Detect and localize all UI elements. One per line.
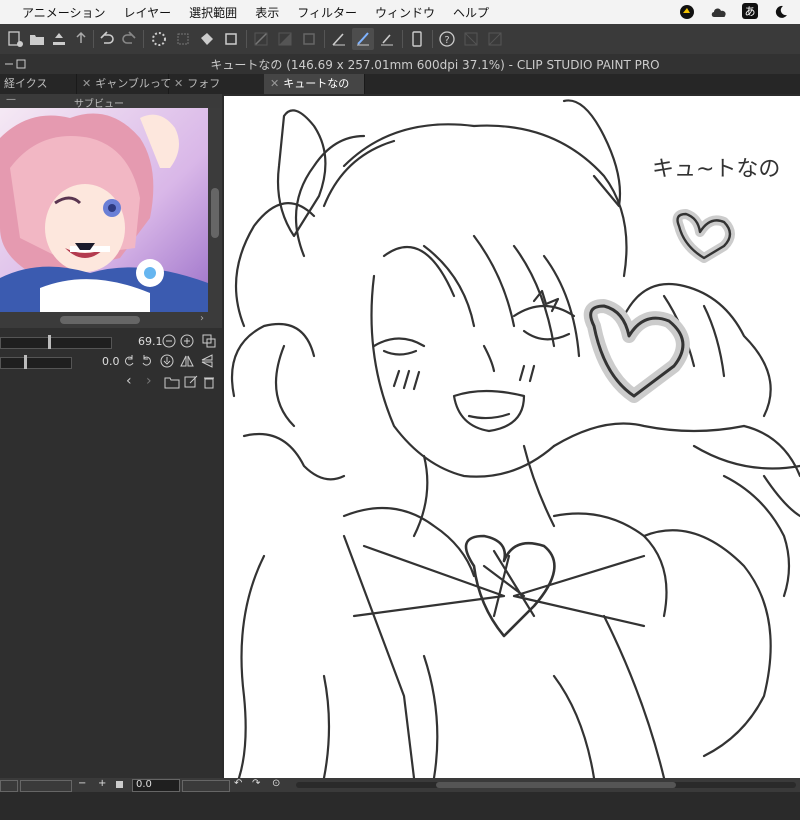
zoom-out-icon[interactable] [162, 334, 176, 351]
export-icon[interactable] [48, 28, 70, 50]
fit-window-icon[interactable] [202, 334, 216, 351]
menu-layer[interactable]: レイヤー [124, 4, 172, 21]
device-icon[interactable] [406, 28, 428, 50]
menu-animation[interactable]: アニメーション [22, 4, 106, 21]
rotation-value: 0.0 [102, 355, 120, 368]
eraser-icon[interactable] [376, 28, 398, 50]
menu-filter[interactable]: フィルター [297, 4, 357, 21]
moon-icon[interactable] [772, 3, 790, 21]
zoom-slider-handle[interactable] [48, 335, 51, 349]
upload-icon[interactable] [70, 28, 92, 50]
tab-document-active[interactable]: ✕ キュートなの [264, 74, 365, 94]
next-image-icon[interactable]: › [146, 373, 152, 389]
zoom-slider[interactable] [0, 337, 112, 349]
zoom-row: 69.1 [0, 332, 222, 352]
redo-icon[interactable] [118, 28, 140, 50]
collapse-icon[interactable]: — [6, 94, 16, 105]
menu-view[interactable]: 表示 [255, 4, 279, 21]
preview-vertical-scrollbar[interactable] [208, 108, 222, 312]
get-color-icon[interactable] [184, 375, 198, 392]
mask-icon[interactable] [274, 28, 296, 50]
ruler-icon[interactable] [250, 28, 272, 50]
navigation-row: ‹ › [0, 372, 222, 392]
close-icon[interactable]: ✕ [174, 77, 183, 90]
close-icon[interactable]: ✕ [270, 77, 279, 90]
window-title: キュートなの (146.69 x 257.01mm 600dpi 37.1%) … [210, 58, 660, 72]
handwritten-caption: キュ~トなの [652, 157, 780, 182]
scroll-right-icon[interactable]: › [200, 313, 204, 324]
rotate-left-icon[interactable]: ↶ [234, 778, 242, 789]
zoom-value: 69.1 [138, 335, 163, 348]
new-file-icon[interactable] [4, 28, 26, 50]
menu-bar: アニメーション レイヤー 選択範囲 表示 フィルター ウィンドウ ヘルプ あ [0, 0, 800, 24]
tab-label: キュートなの [283, 77, 350, 90]
rotation-field[interactable]: 0.0 [132, 779, 180, 792]
drawing-canvas[interactable]: キュ~トなの [224, 96, 800, 778]
status-icons: あ [678, 3, 790, 21]
pen-icon[interactable] [328, 28, 350, 50]
menu-window[interactable]: ウィンドウ [375, 4, 435, 21]
zoom-plus-button[interactable]: + [98, 778, 106, 789]
subview-panel: — サブビュー › 69.1 0.0 ‹ › [0, 94, 222, 778]
transform-icon[interactable] [172, 28, 194, 50]
undo-icon[interactable] [96, 28, 118, 50]
menu-help[interactable]: ヘルプ [453, 4, 489, 21]
tab-label: フォフ [187, 77, 221, 90]
fill-bucket-icon[interactable] [196, 28, 218, 50]
rotate-right-icon[interactable] [140, 354, 154, 371]
rotation-track[interactable] [182, 780, 230, 792]
reset-view-icon[interactable]: ⊙ [272, 778, 280, 789]
canvas-status-bar: − + 0.0 ↶ ↷ ⊙ [0, 778, 800, 792]
tab-label: ギャンブルって [95, 77, 172, 90]
reset-rotation-icon[interactable] [160, 354, 174, 371]
stop-icon[interactable] [116, 781, 123, 788]
tab-document-1[interactable]: 経イクス [0, 74, 77, 94]
help-icon[interactable]: ? [436, 28, 458, 50]
rotate-left-icon[interactable] [122, 354, 136, 371]
preview-horizontal-scrollbar[interactable]: › [0, 312, 222, 328]
disabled-tool2-icon[interactable] [484, 28, 506, 50]
brush-icon[interactable] [352, 28, 374, 50]
open-folder-icon[interactable] [26, 28, 48, 50]
tab-document-2[interactable]: ✕ ギャンブルって [76, 74, 172, 94]
rotation-row: 0.0 [0, 352, 222, 372]
close-icon[interactable]: ✕ [82, 77, 91, 90]
delete-icon[interactable] [203, 375, 215, 392]
zoom-in-icon[interactable] [180, 334, 194, 351]
rotation-slider-handle[interactable] [24, 355, 27, 369]
rotation-field-value: 0.0 [136, 779, 152, 790]
subview-header: — サブビュー [0, 94, 222, 110]
app-status-icon[interactable] [678, 3, 696, 21]
menu-selection[interactable]: 選択範囲 [189, 4, 237, 21]
canvas-horizontal-scrollbar[interactable] [296, 782, 796, 788]
previous-image-icon[interactable]: ‹ [126, 373, 132, 389]
document-tabs: 経イクス ✕ ギャンブルって ✕ フォフ ✕ キュートなの [0, 74, 800, 94]
sketch-illustration: キュ~トなの [230, 99, 800, 778]
zoom-minus-button[interactable]: − [78, 778, 86, 789]
rotate-right-icon[interactable]: ↷ [252, 778, 260, 789]
command-bar: ? [0, 24, 800, 55]
flip-horizontal-icon[interactable] [180, 354, 194, 371]
zoom-track[interactable] [20, 780, 72, 792]
flip-vertical-icon[interactable] [200, 354, 214, 371]
tab-document-3[interactable]: ✕ フォフ [168, 74, 265, 94]
reference-image[interactable] [0, 108, 208, 312]
document-titlebar: キュートなの (146.69 x 257.01mm 600dpi 37.1%) … [0, 54, 800, 74]
crop-icon[interactable] [220, 28, 242, 50]
cloud-icon[interactable] [710, 3, 728, 21]
svg-text:?: ? [444, 35, 449, 46]
frame-icon[interactable] [298, 28, 320, 50]
rotation-slider[interactable] [0, 357, 72, 369]
scroll-track-left[interactable] [0, 780, 18, 792]
disabled-tool-icon[interactable] [460, 28, 482, 50]
import-image-icon[interactable] [164, 375, 180, 392]
input-method-icon[interactable]: あ [742, 3, 758, 19]
tab-label: 経イクス [4, 77, 48, 90]
loading-icon[interactable] [148, 28, 170, 50]
dock-area [0, 792, 800, 820]
